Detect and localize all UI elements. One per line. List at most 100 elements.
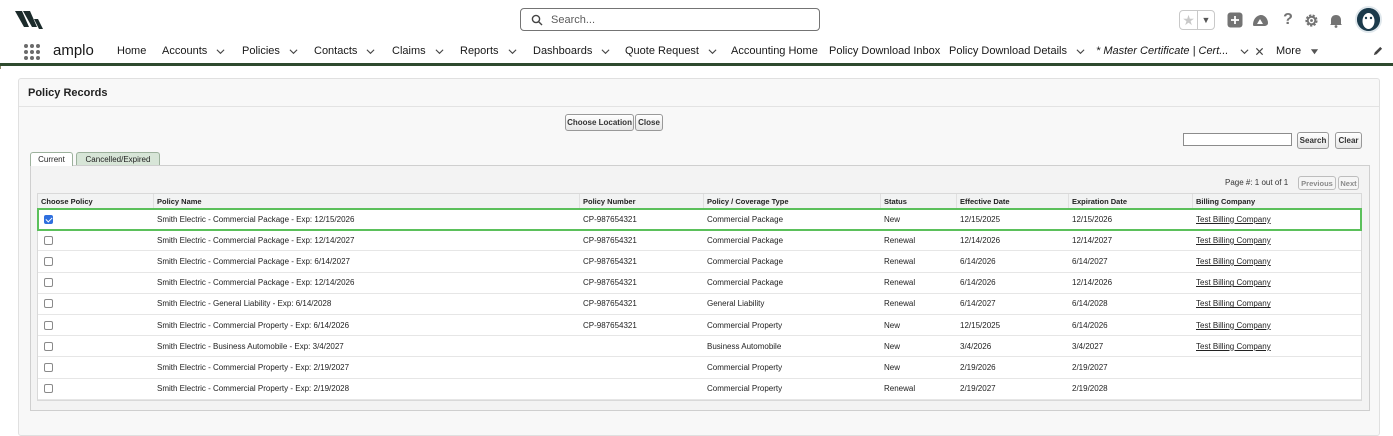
tab-cancelled-expired[interactable]: Cancelled/Expired [76, 152, 160, 165]
close-button[interactable]: Close [635, 114, 663, 131]
clear-button[interactable]: Clear [1335, 132, 1362, 149]
nav-item-reports[interactable]: Reports [460, 45, 517, 57]
cell-number: CP-987654321 [583, 235, 637, 245]
table-search-input[interactable] [1183, 133, 1292, 146]
column-header[interactable]: Policy / Coverage Type [704, 194, 881, 208]
nav-item-accounts[interactable]: Accounts [162, 45, 225, 57]
table-row[interactable]: Smith Electric - General Liability - Exp… [38, 294, 1361, 315]
tab-current[interactable]: Current [30, 152, 73, 166]
settings-icon[interactable] [1301, 10, 1321, 30]
billing-company-link[interactable]: Test Billing Company [1193, 273, 1361, 293]
app-launcher-icon[interactable] [24, 44, 40, 60]
table-row[interactable]: Smith Electric - Commercial Package - Ex… [38, 251, 1361, 273]
policy-checkbox[interactable] [44, 341, 53, 351]
billing-company-link[interactable]: Test Billing Company [1193, 251, 1361, 271]
active-tab-label: * Master Certificate | Cert... [1096, 45, 1229, 57]
table-row[interactable]: Smith Electric - Commercial Package - Ex… [38, 273, 1361, 294]
billing-company-link[interactable]: Test Billing Company [1193, 230, 1361, 250]
trailhead-icon[interactable] [1250, 10, 1270, 30]
previous-button[interactable]: Previous [1298, 176, 1336, 190]
chevron-down-icon[interactable] [601, 47, 610, 56]
policy-checkbox[interactable] [44, 256, 53, 266]
policy-checkbox[interactable] [44, 235, 53, 245]
billing-company-link[interactable]: Test Billing Company [1193, 294, 1361, 314]
chevron-down-icon[interactable] [366, 47, 375, 56]
divider [19, 106, 1379, 107]
column-header[interactable]: Status [881, 194, 957, 208]
nav-item-accounting-home[interactable]: Accounting Home [731, 45, 818, 57]
chevron-down-icon[interactable] [508, 47, 517, 56]
cell-name: Smith Electric - Commercial Property - E… [157, 362, 350, 372]
billing-company-link[interactable]: Test Billing Company [1193, 209, 1361, 229]
billing-company-link[interactable] [1193, 379, 1361, 399]
chevron-down-icon[interactable] [708, 47, 717, 56]
billing-company-link[interactable]: Test Billing Company [1193, 315, 1361, 335]
nav-item-claims[interactable]: Claims [392, 45, 444, 57]
cell-effective: 2/19/2026 [960, 362, 996, 372]
help-icon[interactable]: ? [1278, 10, 1298, 30]
cell-status: Renewal [884, 256, 916, 266]
search-button[interactable]: Search [1297, 132, 1329, 149]
column-header[interactable]: Choose Policy [38, 194, 154, 208]
nav-tab-master-certificate[interactable]: * Master Certificate | Cert... [1096, 45, 1264, 57]
table-body: Smith Electric - Commercial Package - Ex… [37, 207, 1362, 400]
policy-checkbox[interactable] [44, 278, 53, 288]
chevron-down-icon[interactable]: ▼ [1198, 11, 1214, 29]
cell-expiration: 12/14/2027 [1072, 235, 1113, 245]
choose-policy-cell [38, 273, 154, 293]
next-button[interactable]: Next [1338, 176, 1359, 190]
cell-name: Smith Electric - Commercial Property - E… [157, 320, 350, 330]
chevron-down-icon[interactable] [435, 47, 444, 56]
cell-status: Renewal [884, 384, 916, 394]
favorites-group[interactable]: ★ ▼ [1179, 10, 1215, 30]
close-icon[interactable] [1255, 47, 1264, 56]
policy-checkbox[interactable] [44, 299, 53, 309]
column-header[interactable]: Policy Name [154, 194, 580, 208]
table-row[interactable]: Smith Electric - Commercial Package - Ex… [37, 207, 1362, 232]
chevron-down-icon[interactable] [216, 47, 225, 56]
edit-nav-icon[interactable] [1372, 46, 1383, 57]
chevron-down-icon[interactable] [1240, 47, 1249, 56]
nav-item-home[interactable]: Home [117, 45, 146, 57]
star-icon[interactable]: ★ [1180, 11, 1198, 29]
nav-more[interactable]: More [1276, 45, 1319, 57]
choose-location-button[interactable]: Choose Location [565, 114, 634, 131]
column-header[interactable]: Expiration Date [1069, 194, 1193, 208]
cell-expiration: 12/14/2026 [1072, 278, 1113, 288]
add-icon[interactable] [1225, 10, 1245, 30]
cell-type: Commercial Package [707, 214, 784, 224]
table-row[interactable]: Smith Electric - Commercial Property - E… [38, 315, 1361, 337]
table-row[interactable]: Smith Electric - Commercial Package - Ex… [38, 230, 1361, 252]
table-row[interactable]: Smith Electric - Commercial Property - E… [38, 379, 1361, 400]
billing-company-link[interactable]: Test Billing Company [1193, 336, 1361, 356]
table-row[interactable]: Smith Electric - Commercial Property - E… [38, 357, 1361, 379]
billing-company-link[interactable] [1193, 357, 1361, 377]
cell-name: Smith Electric - Commercial Package - Ex… [157, 235, 355, 245]
avatar[interactable] [1355, 6, 1382, 33]
nav-item-policy-download-inbox[interactable]: Policy Download Inbox [829, 45, 940, 57]
bell-icon[interactable] [1326, 10, 1346, 30]
nav-item-policies[interactable]: Policies [242, 45, 298, 57]
table-header: Choose Policy Policy Name Policy Number … [38, 194, 1361, 209]
column-header[interactable]: Effective Date [957, 194, 1069, 208]
policy-checkbox[interactable] [44, 214, 53, 224]
global-search-input[interactable]: Search... [520, 8, 820, 31]
logo-icon[interactable] [14, 9, 44, 31]
policy-checkbox[interactable] [44, 362, 53, 372]
cell-status: Renewal [884, 278, 916, 288]
choose-policy-cell [38, 336, 154, 356]
column-header[interactable]: Policy Number [580, 194, 704, 208]
caret-down-icon[interactable] [1310, 47, 1319, 56]
policy-checkbox[interactable] [44, 384, 53, 394]
policy-checkbox[interactable] [44, 320, 53, 330]
nav-item-dashboards[interactable]: Dashboards [533, 45, 610, 57]
chevron-down-icon[interactable] [1076, 47, 1085, 56]
table-row[interactable]: Smith Electric - Business Automobile - E… [38, 336, 1361, 358]
nav-item-contacts[interactable]: Contacts [314, 45, 375, 57]
nav-item-quote-request[interactable]: Quote Request [625, 45, 717, 57]
chevron-down-icon[interactable] [289, 47, 298, 56]
nav-item-policy-download-details[interactable]: Policy Download Details [949, 45, 1085, 57]
cell-number: CP-987654321 [583, 214, 637, 224]
column-header[interactable]: Billing Company [1193, 194, 1361, 208]
cell-expiration: 2/19/2027 [1072, 362, 1108, 372]
